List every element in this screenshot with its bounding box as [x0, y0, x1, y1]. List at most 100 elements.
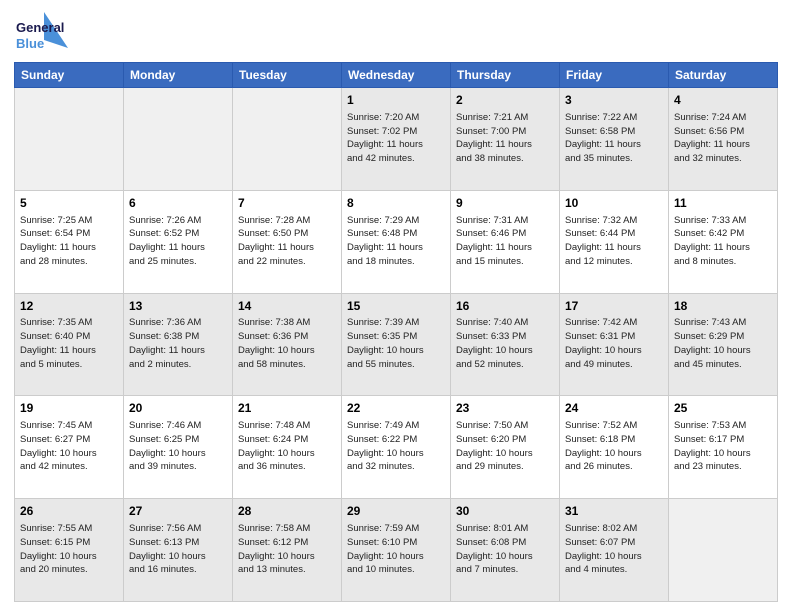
calendar-cell: 10Sunrise: 7:32 AM Sunset: 6:44 PM Dayli… [560, 190, 669, 293]
day-info: Sunrise: 7:46 AM Sunset: 6:25 PM Dayligh… [129, 419, 227, 474]
weekday-header-saturday: Saturday [669, 63, 778, 88]
calendar-cell [124, 88, 233, 191]
calendar-cell: 18Sunrise: 7:43 AM Sunset: 6:29 PM Dayli… [669, 293, 778, 396]
calendar-cell: 25 Sunrise: 7:53 AM Sunset: 6:17 PM Dayli… [669, 396, 778, 499]
calendar-cell: 29 Sunrise: 7:59 AM Sunset: 6:10 PM Dayli… [342, 499, 451, 602]
day-info: Sunrise: 7:36 AM Sunset: 6:38 PM Dayligh… [129, 316, 227, 371]
day-info: Sunrise: 7:52 AM Sunset: 6:18 PM Dayligh… [565, 419, 663, 474]
calendar-cell [15, 88, 124, 191]
day-number: 19 [20, 400, 118, 417]
day-number: 21 [238, 400, 336, 417]
week-row-2: 12Sunrise: 7:35 AM Sunset: 6:40 PM Dayli… [15, 293, 778, 396]
day-info: Sunrise: 7:53 AM Sunset: 6:17 PM Dayligh… [674, 419, 772, 474]
day-number: 17 [565, 298, 663, 315]
day-number: 18 [674, 298, 772, 315]
day-number: 9 [456, 195, 554, 212]
day-info: Sunrise: 7:59 AM Sunset: 6:10 PM Dayligh… [347, 522, 445, 577]
calendar-cell: 27 Sunrise: 7:56 AM Sunset: 6:13 PM Dayli… [124, 499, 233, 602]
day-number: 5 [20, 195, 118, 212]
day-info: Sunrise: 7:33 AM Sunset: 6:42 PM Dayligh… [674, 214, 772, 269]
calendar-cell: 16Sunrise: 7:40 AM Sunset: 6:33 PM Dayli… [451, 293, 560, 396]
week-row-1: 5 Sunrise: 7:25 AM Sunset: 6:54 PM Daylig… [15, 190, 778, 293]
weekday-header-friday: Friday [560, 63, 669, 88]
calendar-cell: 28 Sunrise: 7:58 AM Sunset: 6:12 PM Dayli… [233, 499, 342, 602]
day-number: 6 [129, 195, 227, 212]
page: General Blue SundayMondayTuesdayWednesda… [0, 0, 792, 612]
day-number: 22 [347, 400, 445, 417]
day-info: Sunrise: 7:26 AM Sunset: 6:52 PM Dayligh… [129, 214, 227, 269]
day-number: 11 [674, 195, 772, 212]
calendar-cell: 26Sunrise: 7:55 AM Sunset: 6:15 PM Dayli… [15, 499, 124, 602]
calendar-cell: 11 Sunrise: 7:33 AM Sunset: 6:42 PM Dayli… [669, 190, 778, 293]
day-info: Sunrise: 7:21 AM Sunset: 7:00 PM Dayligh… [456, 111, 554, 166]
day-info: Sunrise: 7:29 AM Sunset: 6:48 PM Dayligh… [347, 214, 445, 269]
day-info: Sunrise: 7:24 AM Sunset: 6:56 PM Dayligh… [674, 111, 772, 166]
day-number: 8 [347, 195, 445, 212]
calendar-cell: 2 Sunrise: 7:21 AM Sunset: 7:00 PM Daylig… [451, 88, 560, 191]
header: General Blue [14, 10, 778, 56]
day-number: 2 [456, 92, 554, 109]
calendar-cell: 5 Sunrise: 7:25 AM Sunset: 6:54 PM Daylig… [15, 190, 124, 293]
calendar-cell: 24 Sunrise: 7:52 AM Sunset: 6:18 PM Dayli… [560, 396, 669, 499]
calendar-cell: 8 Sunrise: 7:29 AM Sunset: 6:48 PM Daylig… [342, 190, 451, 293]
calendar-cell: 6 Sunrise: 7:26 AM Sunset: 6:52 PM Daylig… [124, 190, 233, 293]
calendar-cell: 21 Sunrise: 7:48 AM Sunset: 6:24 PM Dayli… [233, 396, 342, 499]
day-info: Sunrise: 7:58 AM Sunset: 6:12 PM Dayligh… [238, 522, 336, 577]
day-info: Sunrise: 7:31 AM Sunset: 6:46 PM Dayligh… [456, 214, 554, 269]
calendar-cell: 31Sunrise: 8:02 AM Sunset: 6:07 PM Dayli… [560, 499, 669, 602]
day-number: 24 [565, 400, 663, 417]
weekday-header-monday: Monday [124, 63, 233, 88]
calendar-cell: 9 Sunrise: 7:31 AM Sunset: 6:46 PM Daylig… [451, 190, 560, 293]
day-info: Sunrise: 7:38 AM Sunset: 6:36 PM Dayligh… [238, 316, 336, 371]
calendar-cell [233, 88, 342, 191]
weekday-header-tuesday: Tuesday [233, 63, 342, 88]
day-number: 13 [129, 298, 227, 315]
calendar-cell: 4 Sunrise: 7:24 AM Sunset: 6:56 PM Daylig… [669, 88, 778, 191]
calendar-cell: 14Sunrise: 7:38 AM Sunset: 6:36 PM Dayli… [233, 293, 342, 396]
day-number: 30 [456, 503, 554, 520]
day-info: Sunrise: 7:43 AM Sunset: 6:29 PM Dayligh… [674, 316, 772, 371]
calendar-cell [669, 499, 778, 602]
day-info: Sunrise: 7:45 AM Sunset: 6:27 PM Dayligh… [20, 419, 118, 474]
calendar-cell: 15Sunrise: 7:39 AM Sunset: 6:35 PM Dayli… [342, 293, 451, 396]
day-info: Sunrise: 7:50 AM Sunset: 6:20 PM Dayligh… [456, 419, 554, 474]
calendar-cell: 12Sunrise: 7:35 AM Sunset: 6:40 PM Dayli… [15, 293, 124, 396]
day-info: Sunrise: 7:48 AM Sunset: 6:24 PM Dayligh… [238, 419, 336, 474]
day-number: 1 [347, 92, 445, 109]
day-number: 29 [347, 503, 445, 520]
day-info: Sunrise: 7:42 AM Sunset: 6:31 PM Dayligh… [565, 316, 663, 371]
day-info: Sunrise: 7:32 AM Sunset: 6:44 PM Dayligh… [565, 214, 663, 269]
day-number: 20 [129, 400, 227, 417]
logo: General Blue [14, 10, 72, 56]
day-info: Sunrise: 8:02 AM Sunset: 6:07 PM Dayligh… [565, 522, 663, 577]
calendar-cell: 22Sunrise: 7:49 AM Sunset: 6:22 PM Dayli… [342, 396, 451, 499]
week-row-4: 26Sunrise: 7:55 AM Sunset: 6:15 PM Dayli… [15, 499, 778, 602]
calendar-cell: 17Sunrise: 7:42 AM Sunset: 6:31 PM Dayli… [560, 293, 669, 396]
day-info: Sunrise: 7:39 AM Sunset: 6:35 PM Dayligh… [347, 316, 445, 371]
calendar-cell: 13Sunrise: 7:36 AM Sunset: 6:38 PM Dayli… [124, 293, 233, 396]
day-info: Sunrise: 7:35 AM Sunset: 6:40 PM Dayligh… [20, 316, 118, 371]
calendar-cell: 19 Sunrise: 7:45 AM Sunset: 6:27 PM Dayli… [15, 396, 124, 499]
day-number: 3 [565, 92, 663, 109]
day-info: Sunrise: 7:56 AM Sunset: 6:13 PM Dayligh… [129, 522, 227, 577]
day-number: 26 [20, 503, 118, 520]
day-info: Sunrise: 8:01 AM Sunset: 6:08 PM Dayligh… [456, 522, 554, 577]
calendar-cell: 30 Sunrise: 8:01 AM Sunset: 6:08 PM Dayli… [451, 499, 560, 602]
day-info: Sunrise: 7:28 AM Sunset: 6:50 PM Dayligh… [238, 214, 336, 269]
day-number: 25 [674, 400, 772, 417]
svg-text:Blue: Blue [16, 36, 44, 51]
day-number: 4 [674, 92, 772, 109]
calendar-cell: 20 Sunrise: 7:46 AM Sunset: 6:25 PM Dayli… [124, 396, 233, 499]
day-number: 28 [238, 503, 336, 520]
calendar-cell: 7 Sunrise: 7:28 AM Sunset: 6:50 PM Daylig… [233, 190, 342, 293]
week-row-0: 1Sunrise: 7:20 AM Sunset: 7:02 PM Daylig… [15, 88, 778, 191]
calendar-table: SundayMondayTuesdayWednesdayThursdayFrid… [14, 62, 778, 602]
day-number: 15 [347, 298, 445, 315]
day-number: 16 [456, 298, 554, 315]
day-info: Sunrise: 7:25 AM Sunset: 6:54 PM Dayligh… [20, 214, 118, 269]
calendar-cell: 23Sunrise: 7:50 AM Sunset: 6:20 PM Dayli… [451, 396, 560, 499]
day-number: 27 [129, 503, 227, 520]
weekday-header-sunday: Sunday [15, 63, 124, 88]
day-number: 7 [238, 195, 336, 212]
logo-svg: General Blue [14, 10, 72, 56]
